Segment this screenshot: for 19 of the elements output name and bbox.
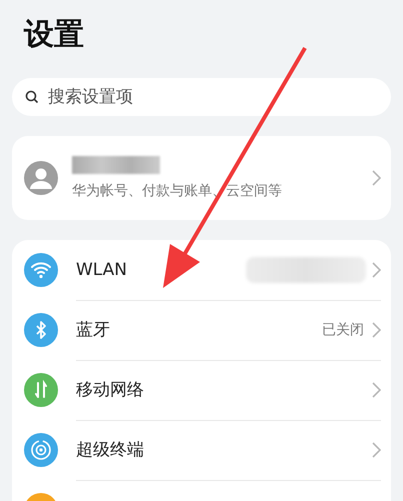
mobile-data-icon	[24, 373, 58, 407]
setting-value: 已关闭	[322, 320, 364, 338]
devices-icon	[24, 433, 58, 467]
bluetooth-icon	[24, 313, 58, 347]
chevron-icon	[372, 170, 381, 186]
page-title: 设置	[22, 16, 85, 54]
account-card[interactable]: 华为帐号、付款与账单、云空间等	[12, 136, 391, 220]
setting-label[interactable]: 移动网络	[76, 378, 372, 401]
search-field[interactable]: 搜索设置项	[12, 78, 391, 116]
account-subtitle: 华为帐号、付款与账单、云空间等	[72, 182, 283, 200]
setting-label[interactable]: 蓝牙	[76, 318, 322, 341]
setting-label[interactable]: WLAN	[76, 260, 246, 280]
wifi-icon	[24, 253, 58, 287]
chevron-icon	[372, 442, 381, 458]
avatar-icon	[24, 161, 58, 195]
chevron-icon	[372, 382, 381, 398]
chevron-icon	[372, 262, 381, 278]
chevron-icon	[372, 322, 381, 338]
setting-label[interactable]: 超级终端	[76, 438, 372, 461]
